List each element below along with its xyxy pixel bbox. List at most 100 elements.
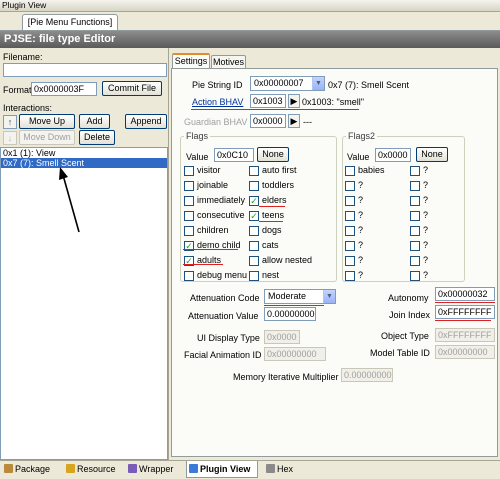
pie-string-text: 0x7 (7): Smell Scent <box>328 80 410 90</box>
flags2-checkbox[interactable] <box>345 196 355 206</box>
attenuation-value-field[interactable]: 0.00000000 <box>264 307 316 321</box>
flags-checkbox[interactable] <box>249 181 259 191</box>
bottom-tab-wrapper[interactable]: Wrapper <box>126 461 182 478</box>
facial-animation-field: 0x00000000 <box>264 347 326 361</box>
flags-checkbox[interactable] <box>184 181 194 191</box>
flags-checkbox[interactable] <box>184 166 194 176</box>
pie-string-id-value: 0x00000007 <box>254 78 304 88</box>
move-up-arrow-icon[interactable]: ↑ <box>3 115 17 129</box>
guardian-bhav-text: --- <box>303 117 312 127</box>
flags-checkbox[interactable] <box>249 226 259 236</box>
flags-checkbox-label: cats <box>262 240 279 250</box>
window-title: Plugin View <box>2 0 47 10</box>
flags2-checkbox[interactable] <box>410 256 420 266</box>
flags2-checkbox[interactable] <box>345 271 355 281</box>
attenuation-code-combo[interactable]: Moderate ▼ <box>264 289 336 304</box>
flags-checkbox-label: consecutive <box>197 210 245 220</box>
flags-value-label: Value <box>186 152 209 162</box>
filename-field[interactable] <box>3 63 167 77</box>
commit-file-button[interactable]: Commit File <box>102 81 162 96</box>
interactions-label: Interactions: <box>3 103 53 113</box>
list-item[interactable]: 0x1 (1): View <box>1 148 167 158</box>
flags-checkbox[interactable] <box>249 256 259 266</box>
flags2-checkbox-label: babies <box>358 165 385 175</box>
format-field[interactable]: 0x0000003F <box>31 82 97 96</box>
tab-settings[interactable]: Settings <box>172 53 210 68</box>
flags2-checkbox[interactable] <box>345 256 355 266</box>
ui-display-type-field: 0x0000 <box>264 330 300 344</box>
flags2-checkbox[interactable] <box>410 196 420 206</box>
add-button[interactable]: Add <box>79 114 110 129</box>
flags-none-button[interactable]: None <box>257 147 289 162</box>
action-bhav-field[interactable]: 0x1003 <box>250 94 286 108</box>
annotation-underline <box>264 305 324 306</box>
flags2-checkbox[interactable] <box>345 211 355 221</box>
flags2-value-field[interactable]: 0x0000 <box>375 148 411 162</box>
move-down-arrow-icon: ↓ <box>3 131 17 145</box>
bottom-tab-package[interactable]: Package <box>2 461 60 478</box>
flags2-checkbox[interactable] <box>410 211 420 221</box>
flags-checkbox-label: joinable <box>197 180 229 190</box>
tab-pie-menu-functions[interactable]: [Pie Menu Functions] <box>22 14 118 30</box>
flags2-checkbox[interactable] <box>410 226 420 236</box>
chevron-down-icon[interactable]: ▼ <box>323 290 335 303</box>
flags2-checkbox[interactable] <box>345 166 355 176</box>
bottom-tab-resource[interactable]: Resource <box>64 461 122 478</box>
tab-motives[interactable]: Motives <box>211 55 246 68</box>
flags2-value-label: Value <box>347 152 370 162</box>
attenuation-code-label: Attenuation Code <box>190 293 260 303</box>
play-arrow-icon[interactable]: ▶ <box>288 94 300 108</box>
flags2-checkbox-label: ? <box>358 255 364 265</box>
move-up-button[interactable]: Move Up <box>19 114 75 129</box>
flags-checkbox-label: visitor <box>197 165 221 175</box>
flags2-checkbox[interactable] <box>345 241 355 251</box>
flags2-checkbox-label: ? <box>358 270 364 280</box>
bottom-tab-plugin-view[interactable]: Plugin View <box>186 461 258 478</box>
window-title-bar: Plugin View <box>0 0 500 12</box>
flags-checkbox-label: auto first <box>262 165 297 175</box>
flags-checkbox[interactable] <box>184 271 194 281</box>
flags-checkbox[interactable] <box>249 166 259 176</box>
attenuation-value-label: Attenuation Value <box>188 311 259 321</box>
move-down-button: Move Down <box>19 130 75 145</box>
guardian-bhav-field[interactable]: 0x0000 <box>250 114 286 128</box>
action-bhav-link[interactable]: Action BHAV <box>192 97 243 107</box>
flags2-checkbox[interactable] <box>410 181 420 191</box>
flags2-checkbox[interactable] <box>345 226 355 236</box>
chevron-down-icon[interactable]: ▼ <box>312 77 324 90</box>
bottom-tab-label: Plugin View <box>200 464 251 474</box>
bottom-tab-label: Hex <box>277 464 294 474</box>
bottom-tab-label: Wrapper <box>139 464 174 474</box>
hex-icon <box>266 464 275 473</box>
flags2-checkbox[interactable] <box>410 241 420 251</box>
action-bhav-text: 0x1003: "smell" <box>302 97 364 107</box>
format-label: Format <box>3 85 32 95</box>
bottom-tab-label: Resource <box>77 464 116 474</box>
annotation-underline <box>183 264 223 265</box>
flags-checkbox[interactable] <box>184 196 194 206</box>
flags2-checkbox[interactable] <box>410 271 420 281</box>
flags-checkbox[interactable] <box>184 226 194 236</box>
object-type-field: 0xFFFFFFFF <box>435 328 495 342</box>
flags2-checkbox[interactable] <box>345 181 355 191</box>
join-index-field[interactable]: 0xFFFFFFFF <box>435 305 495 319</box>
facial-animation-label: Facial Animation ID <box>184 350 262 360</box>
append-button[interactable]: Append <box>125 114 167 129</box>
flags-value-field[interactable]: 0x0C10 <box>214 148 254 162</box>
flags-checkbox[interactable]: ✓ <box>249 211 259 221</box>
autonomy-field[interactable]: 0x00000032 <box>435 287 495 301</box>
flags2-none-button[interactable]: None <box>416 147 448 162</box>
flags-checkbox[interactable]: ✓ <box>249 196 259 206</box>
annotation-underline <box>259 221 283 222</box>
flags-checkbox[interactable] <box>249 271 259 281</box>
play-arrow-icon[interactable]: ▶ <box>288 114 300 128</box>
flags2-checkbox[interactable] <box>410 166 420 176</box>
flags2-checkbox-label: ? <box>423 165 429 175</box>
flags-checkbox[interactable] <box>184 211 194 221</box>
bottom-tab-hex[interactable]: Hex <box>264 461 304 478</box>
delete-button[interactable]: Delete <box>79 130 115 145</box>
wrapper-icon <box>128 464 137 473</box>
flags-checkbox-label: immediately <box>197 195 246 205</box>
pie-string-id-combo[interactable]: 0x00000007 ▼ <box>250 76 325 91</box>
flags-checkbox[interactable] <box>249 241 259 251</box>
